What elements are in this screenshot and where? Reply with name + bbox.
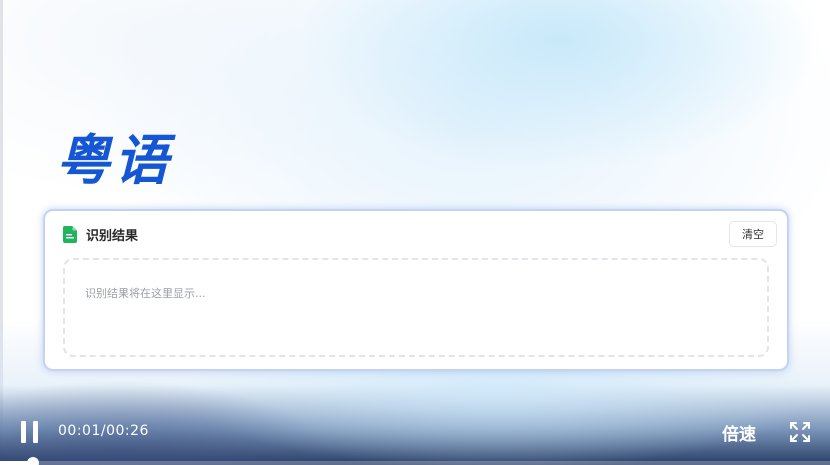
video-frame[interactable]: 粤语 识别结果 清空 识别结果将在这里显示... 00:01/00:26 倍速 — [0, 0, 830, 465]
progress-handle[interactable] — [27, 457, 39, 465]
fullscreen-icon[interactable] — [789, 421, 811, 443]
result-card-header: 识别结果 清空 — [63, 221, 777, 247]
clear-button[interactable]: 清空 — [729, 221, 777, 247]
playback-time: 00:01/00:26 — [58, 423, 149, 439]
page-title: 粤语 — [56, 129, 172, 192]
progress-track[interactable] — [0, 461, 830, 465]
result-placeholder: 识别结果将在这里显示... — [85, 287, 206, 300]
pause-icon[interactable] — [20, 421, 40, 443]
result-card-title: 识别结果 — [86, 228, 139, 244]
speed-button[interactable]: 倍速 — [722, 420, 756, 445]
file-document-icon — [63, 225, 77, 243]
result-text-area[interactable]: 识别结果将在这里显示... — [63, 258, 769, 357]
player-controls: 00:01/00:26 倍速 — [0, 412, 830, 452]
result-card: 识别结果 清空 识别结果将在这里显示... — [43, 209, 789, 371]
